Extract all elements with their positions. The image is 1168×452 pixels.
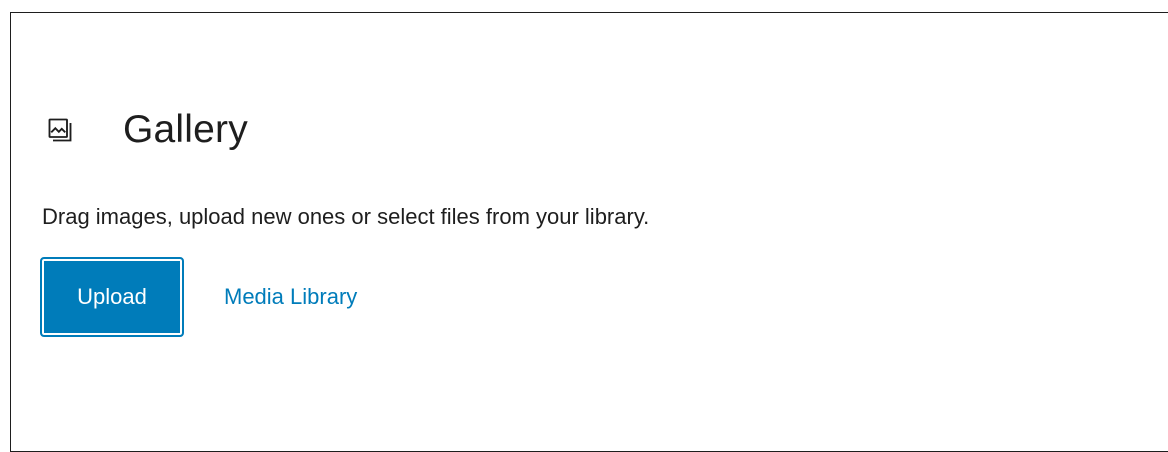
gallery-icon (42, 112, 78, 148)
block-header: Gallery (42, 100, 248, 160)
block-instructions: Drag images, upload new ones or select f… (42, 204, 650, 229)
upload-button[interactable]: Upload (40, 257, 184, 337)
media-library-link[interactable]: Media Library (224, 284, 357, 310)
block-actions: Upload Media Library (40, 257, 357, 337)
block-title: Gallery (123, 108, 248, 151)
